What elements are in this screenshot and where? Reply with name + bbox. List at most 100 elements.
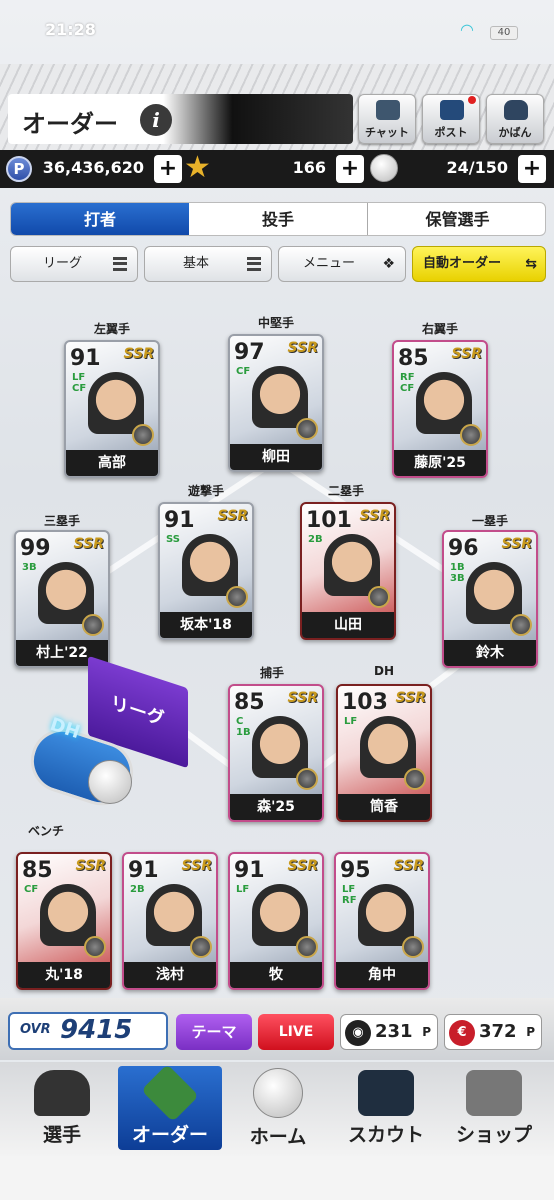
player-card-1b[interactable]: 96 1B 3B SSR 鈴木 [442,530,538,668]
tab-stored[interactable]: 保管選手 [368,203,545,235]
player-portrait [182,534,238,596]
nav-scout[interactable]: スカウト [334,1066,438,1150]
menu-filter-label: メニュー [303,256,356,271]
player-portrait [38,562,94,624]
pos-label-cf: 中堅手 [257,316,294,330]
card-position: 1B 3B [450,562,465,584]
card-name: 森'25 [230,794,322,820]
baseball-icon [370,154,398,182]
player-card-lf[interactable]: 91 LF CF SSR 高部 [64,340,160,478]
cards-icon [358,1070,414,1116]
player-card-c[interactable]: 85 C 1B SSR 森'25 [228,684,324,822]
card-name: 鈴木 [444,640,536,666]
card-position: CF [236,366,251,377]
player-type-tabs: 打者 投手 保管選手 [10,202,546,236]
player-card-rf[interactable]: 85 RF CF SSR 藤原'25 [392,340,488,478]
pos-label-1b: 一塁手 [471,514,508,528]
player-portrait [358,884,414,946]
card-rarity: SSR [217,508,248,524]
card-rarity: SSR [123,346,154,362]
nav-order[interactable]: オーダー [118,1064,222,1150]
chat-icon [376,100,400,120]
card-ovr: 91 [234,858,265,883]
card-ovr: 97 [234,340,265,365]
nav-players[interactable]: 選手 [10,1066,114,1150]
card-ovr: 101 [306,508,352,533]
star-icon: ★ [184,150,211,185]
tab-pitcher[interactable]: 投手 [189,203,367,235]
add-stars-button[interactable]: + [336,155,364,183]
card-position: SS [166,534,180,545]
card-name: 浅村 [124,962,216,988]
card-ovr: 85 [234,690,265,715]
pos-label-dh: DH [373,664,394,678]
card-position: LF [344,716,358,727]
card-ovr: 91 [128,858,159,883]
pos-label-ss: 遊撃手 [187,484,224,498]
player-card-dh[interactable]: 103 LF SSR 筒香 [336,684,432,822]
league-filter-button[interactable]: リーグ [10,246,138,282]
tab-batter[interactable]: 打者 [11,203,189,235]
card-rarity: SSR [75,858,106,874]
auto-order-button[interactable]: 自動オーダー ⇆ [412,246,546,282]
card-position: LF [236,884,250,895]
bench-card[interactable]: 91 LF SSR 牧 [228,852,324,990]
badge-icon [368,586,390,608]
card-position: 2B [130,884,145,895]
live-button[interactable]: LIVE [258,1014,334,1050]
status-time: 21:28 [45,20,96,39]
card-ovr: 85 [22,858,53,883]
e-point-icon: € [449,1020,475,1046]
card-name: 丸'18 [18,962,110,988]
card-ovr: 99 [20,536,51,561]
point-value-1: 231 [375,1021,413,1042]
card-ovr: 95 [340,858,371,883]
player-card-2b[interactable]: 101 2B SSR 山田 [300,502,396,640]
player-card-ss[interactable]: 91 SS SSR 坂本'18 [158,502,254,640]
card-rarity: SSR [287,858,318,874]
point-value-2: 372 [479,1021,517,1042]
card-name: 山田 [302,612,394,638]
wifi-icon: ◠ [460,20,474,39]
bench-card[interactable]: 91 2B SSR 浅村 [122,852,218,990]
nav-shop[interactable]: ショップ [442,1066,546,1150]
card-name: 牧 [230,962,322,988]
p-coin-icon: P [6,156,32,182]
theme-button[interactable]: テーマ [176,1014,252,1050]
balls-value: 24/150 [446,158,508,177]
pos-label-lf: 左翼手 [93,322,130,336]
add-balls-button[interactable]: + [518,155,546,183]
point-box-2[interactable]: € 372 P [444,1014,542,1050]
card-ovr: 96 [448,536,479,561]
badge-icon [296,418,318,440]
basic-filter-button[interactable]: 基本 [144,246,272,282]
card-rarity: SSR [287,340,318,356]
system-home-bar [0,1156,554,1200]
badge-icon [296,936,318,958]
nav-order-label: オーダー [131,1124,208,1146]
badge-icon [226,586,248,608]
team-ovr-value: 9415 [60,1015,133,1045]
bench-card[interactable]: 85 CF SSR 丸'18 [16,852,112,990]
dh-toggle-knob[interactable] [88,760,132,804]
player-portrait [40,884,96,946]
info-icon[interactable]: i [140,104,172,136]
card-position: 2B [308,534,323,545]
card-ovr: 85 [398,346,429,371]
player-portrait [360,716,416,778]
card-position: 3B [22,562,37,573]
bag-button[interactable]: かばん [486,94,544,144]
menu-icon [113,257,127,271]
bench-card[interactable]: 95 LF RF SSR 角中 [334,852,430,990]
notification-dot [468,96,476,104]
player-card-3b[interactable]: 99 3B SSR 村上'22 [14,530,110,668]
point-box-1[interactable]: ◉ 231 P [340,1014,438,1050]
player-card-cf[interactable]: 97 CF SSR 柳田 [228,334,324,472]
menu-filter-button[interactable]: メニュー ❖ [278,246,406,282]
add-points-button[interactable]: + [154,155,182,183]
chat-button[interactable]: チャット [358,94,416,144]
card-name: 坂本'18 [160,612,252,638]
player-portrait [88,372,144,434]
point-icon: ◉ [345,1020,371,1046]
nav-home[interactable]: ホーム [226,1066,330,1150]
